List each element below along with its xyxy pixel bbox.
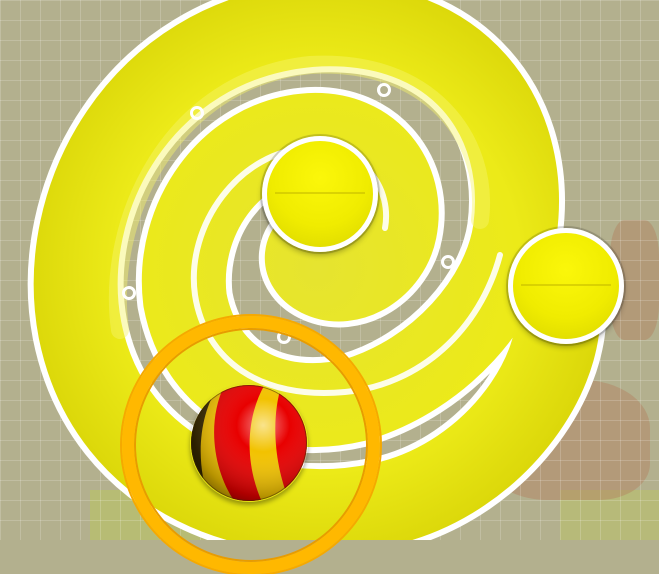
striped-ball[interactable]: [190, 384, 308, 502]
game-stage[interactable]: [0, 0, 659, 574]
spiral-center-cap[interactable]: [262, 136, 378, 252]
peg-hole: [377, 83, 391, 97]
peg-hole: [441, 255, 455, 269]
spiral-end-cap[interactable]: [508, 228, 624, 344]
peg-hole: [122, 286, 136, 300]
peg-hole: [190, 106, 204, 120]
ball-graphic: [191, 385, 307, 501]
